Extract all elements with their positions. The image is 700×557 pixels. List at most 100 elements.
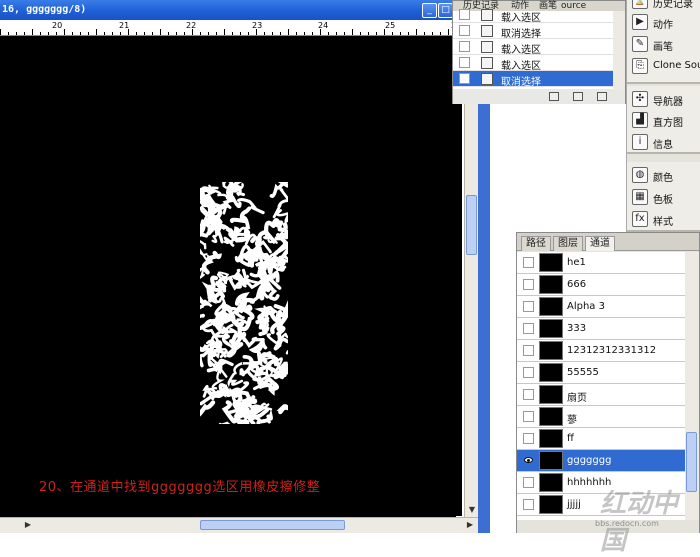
visibility-toggle[interactable] xyxy=(523,279,534,290)
dock-item-navigator[interactable]: ✣ 导航器 xyxy=(629,88,700,110)
history-footer xyxy=(453,90,625,104)
ruler-mark: 20 xyxy=(52,21,63,30)
visibility-toggle[interactable] xyxy=(523,323,534,334)
image-canvas[interactable] xyxy=(0,36,462,516)
history-item[interactable]: 取消选择 xyxy=(453,23,613,40)
channel-thumbnail xyxy=(539,451,563,470)
scroll-right-small-icon[interactable]: ▶ xyxy=(22,519,34,531)
visibility-toggle[interactable] xyxy=(523,433,534,444)
dock-item-label: 样式 xyxy=(653,217,673,228)
tab-channels[interactable]: 通道 xyxy=(585,236,615,251)
ruler-mark: 23 xyxy=(252,21,263,30)
dock-item-label: 历史记录 xyxy=(653,0,693,10)
channel-row-selected[interactable]: ggggggg xyxy=(517,450,685,472)
history-item-label: 载入选区 xyxy=(501,45,541,56)
document-horizontal-scrollbar[interactable]: ▶ ▶ xyxy=(0,517,478,533)
visibility-toggle[interactable] xyxy=(523,411,534,422)
history-scrollbar[interactable] xyxy=(613,11,625,89)
channel-name: 12312312331312 xyxy=(567,345,657,356)
navigator-icon: ✣ xyxy=(632,91,648,107)
history-item-label: 载入选区 xyxy=(501,61,541,72)
dock-item-clone-source[interactable]: ⎘ Clone Source xyxy=(629,55,700,77)
swatches-icon: ▦ xyxy=(632,189,648,205)
tutorial-caption: 20、在通道中找到ggggggg选区用橡皮擦修整 xyxy=(39,480,321,495)
channel-row[interactable]: 12312312331312 xyxy=(517,340,685,362)
history-item[interactable]: 载入选区 xyxy=(453,39,613,56)
channel-row[interactable]: he1 xyxy=(517,252,685,274)
maximize-button[interactable]: □ xyxy=(438,3,453,18)
scroll-down-icon[interactable]: ▼ xyxy=(466,504,478,516)
document-titlebar[interactable]: 16, ggggggg/8) _ □ xyxy=(0,0,456,20)
styles-icon: fx xyxy=(632,211,648,227)
dock-item-label: 色板 xyxy=(653,195,673,206)
dock-item-info[interactable]: i 信息 xyxy=(629,131,700,153)
snapshot-checkbox[interactable] xyxy=(459,73,470,84)
brush-icon: ✎ xyxy=(632,36,648,52)
snapshot-checkbox[interactable] xyxy=(459,9,470,20)
channel-row[interactable]: 扇页 xyxy=(517,384,685,406)
dock-item-label: 导航器 xyxy=(653,97,683,108)
dock-item-brushes[interactable]: ✎ 画笔 xyxy=(629,33,700,55)
new-snapshot-icon[interactable] xyxy=(573,92,583,101)
tab-layers[interactable]: 图层 xyxy=(553,236,583,251)
visibility-toggle[interactable] xyxy=(523,477,534,488)
pattern-stroke xyxy=(236,421,250,424)
history-item[interactable]: 载入选区 xyxy=(453,55,613,72)
dock-item-histogram[interactable]: ▟ 直方图 xyxy=(629,109,700,131)
channel-name: 666 xyxy=(567,279,587,290)
scrollbar-thumb[interactable] xyxy=(200,520,345,530)
visibility-toggle[interactable] xyxy=(523,389,534,400)
dock-item-actions[interactable]: ▶ 动作 xyxy=(629,11,700,33)
dock-group-navigator: ✣ 导航器 ▟ 直方图 i 信息 xyxy=(627,86,700,154)
history-step-icon xyxy=(481,41,493,53)
channel-thumbnail xyxy=(539,363,563,382)
scrollbar-thumb[interactable] xyxy=(466,195,477,255)
channel-row[interactable]: 333 xyxy=(517,318,685,340)
snapshot-checkbox[interactable] xyxy=(459,57,470,68)
channel-row[interactable]: Alpha 3 xyxy=(517,296,685,318)
eye-icon[interactable] xyxy=(524,457,533,463)
channel-thumbnail xyxy=(539,253,563,272)
channel-row[interactable]: 666 xyxy=(517,274,685,296)
actions-icon: ▶ xyxy=(632,14,648,30)
channel-row[interactable]: ff xyxy=(517,428,685,450)
channel-row[interactable]: 蓼 xyxy=(517,406,685,428)
snapshot-checkbox[interactable] xyxy=(459,25,470,36)
clone-source-icon: ⎘ xyxy=(632,58,648,74)
dock-item-label: 画笔 xyxy=(653,42,673,53)
document-title: 16, ggggggg/8) xyxy=(2,4,87,15)
channel-name: jjjjj xyxy=(567,499,581,510)
dock-group-color: ◍ 颜色 ▦ 色板 fx 样式 xyxy=(627,162,700,232)
history-item-label: 取消选择 xyxy=(501,29,541,40)
channel-thumbnail xyxy=(539,341,563,360)
dock-item-swatches[interactable]: ▦ 色板 xyxy=(629,186,700,208)
history-item[interactable]: 载入选区 xyxy=(453,7,613,24)
visibility-toggle[interactable] xyxy=(523,367,534,378)
channel-name: he1 xyxy=(567,257,586,268)
channel-thumbnail xyxy=(539,275,563,294)
channel-selection-pattern xyxy=(200,182,288,424)
tab-paths[interactable]: 路径 xyxy=(521,236,551,251)
panel-dock: ⌛ 历史记录 ▶ 动作 ✎ 画笔 ⎘ Clone Source ✣ 导航器 ▟ … xyxy=(626,0,700,232)
history-item-selected[interactable]: 取消选择 xyxy=(453,71,613,88)
history-step-icon xyxy=(481,25,493,37)
history-step-icon xyxy=(481,9,493,21)
minimize-button[interactable]: _ xyxy=(422,3,437,18)
visibility-toggle[interactable] xyxy=(523,301,534,312)
channel-thumbnail xyxy=(539,429,563,448)
channel-name: ggggggg xyxy=(567,455,612,466)
dock-item-styles[interactable]: fx 样式 xyxy=(629,208,700,230)
delete-state-icon[interactable] xyxy=(597,92,607,101)
channels-scrollbar[interactable] xyxy=(685,252,699,520)
snapshot-checkbox[interactable] xyxy=(459,41,470,52)
visibility-toggle[interactable] xyxy=(523,345,534,356)
visibility-toggle[interactable] xyxy=(523,257,534,268)
channel-row[interactable]: 55555 xyxy=(517,362,685,384)
visibility-toggle[interactable] xyxy=(523,499,534,510)
channels-tabs: 路径 图层 通道 xyxy=(517,233,699,251)
dock-item-color[interactable]: ◍ 颜色 xyxy=(629,164,700,186)
history-step-icon xyxy=(481,57,493,69)
dock-item-label: 信息 xyxy=(653,140,673,151)
new-document-from-state-icon[interactable] xyxy=(549,92,559,101)
scroll-right-icon[interactable]: ▶ xyxy=(464,519,476,531)
